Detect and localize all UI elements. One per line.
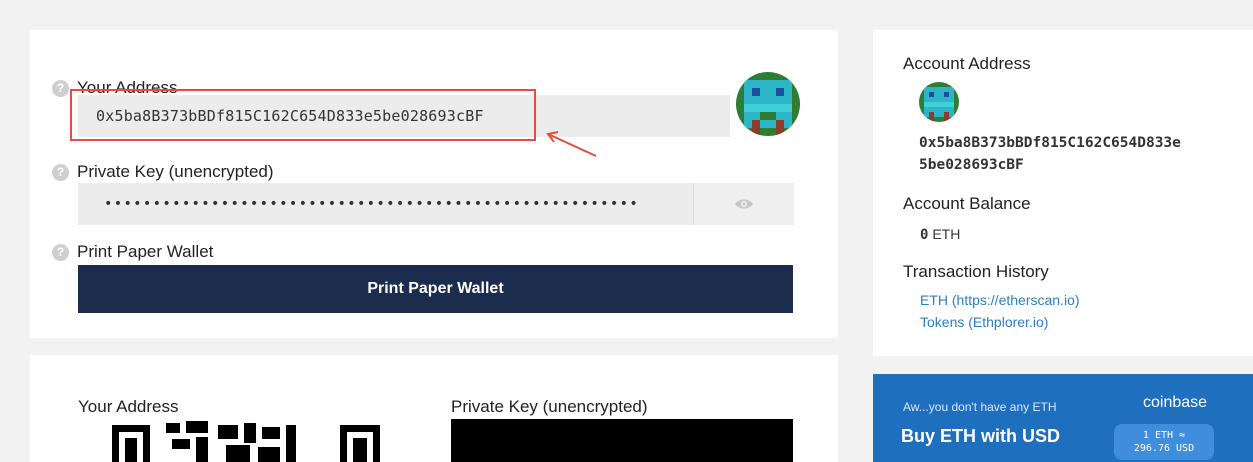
account-panel: Account Address 0x5ba8B373bBDf815C162C65… (873, 30, 1253, 356)
private-key-row: ? Private Key (unencrypted) (52, 162, 274, 182)
account-balance-heading: Account Balance (903, 194, 1031, 213)
paper-wallet-preview: Your Address Private Key (unencrypted) (30, 355, 838, 462)
account-identicon (919, 82, 959, 122)
help-icon[interactable]: ? (52, 163, 69, 181)
eth-rate-line: 1 ETH ≈ (1142, 430, 1186, 441)
eth-rate-line: 296.76 USD (1133, 443, 1195, 454)
coinbase-logo: coinbase (1143, 394, 1208, 411)
balance-unit: ETH (932, 226, 961, 242)
address-highlight-box (70, 89, 536, 141)
eth-rate-badge: 1 ETH ≈ 296.76 USD (1114, 424, 1214, 460)
identicon-icon (736, 72, 800, 136)
print-paper-wallet-row: ? Print Paper Wallet (52, 242, 213, 262)
account-balance-value: 0 ETH (920, 226, 960, 243)
wallet-panel: ? Your Address 0x5ba8B373bBDf815C162C654… (30, 30, 838, 338)
paper-address-label: Your Address (78, 397, 179, 416)
coinbase-subtitle: Aw...you don't have any ETH (903, 400, 1057, 414)
account-address-value: 0x5ba8B373bBDf815C162C654D833e 5be028693… (919, 132, 1181, 176)
balance-amount: 0 (920, 227, 929, 243)
account-address-line: 5be028693cBF (919, 157, 1024, 173)
eye-icon (735, 199, 753, 209)
help-icon[interactable]: ? (52, 243, 69, 261)
coinbase-title[interactable]: Buy ETH with USD (901, 426, 1060, 447)
print-paper-wallet-button[interactable]: Print Paper Wallet (78, 265, 793, 313)
help-icon[interactable]: ? (52, 79, 69, 97)
private-key-field[interactable]: ••••••••••••••••••••••••••••••••••••••••… (78, 183, 693, 225)
identicon-icon (919, 82, 959, 122)
account-address-line: 0x5ba8B373bBDf815C162C654D833e (919, 135, 1181, 151)
account-address-heading: Account Address (903, 54, 1031, 73)
private-key-label: Private Key (unencrypted) (77, 162, 274, 181)
address-qr-code (108, 417, 388, 462)
etherscan-link[interactable]: ETH (https://etherscan.io) (920, 292, 1080, 308)
ethplorer-link[interactable]: Tokens (Ethplorer.io) (920, 314, 1048, 330)
private-key-masked: ••••••••••••••••••••••••••••••••••••••••… (104, 196, 640, 212)
private-key-qr-code (451, 419, 793, 462)
toggle-visibility-button[interactable] (693, 183, 794, 225)
coinbase-promo[interactable]: Aw...you don't have any ETH Buy ETH with… (873, 374, 1253, 462)
transaction-history-heading: Transaction History (903, 262, 1049, 281)
paper-private-key-label: Private Key (unencrypted) (451, 397, 648, 416)
print-paper-wallet-label: Print Paper Wallet (77, 242, 214, 261)
red-arrow-icon (546, 131, 597, 157)
identicon (736, 72, 800, 136)
